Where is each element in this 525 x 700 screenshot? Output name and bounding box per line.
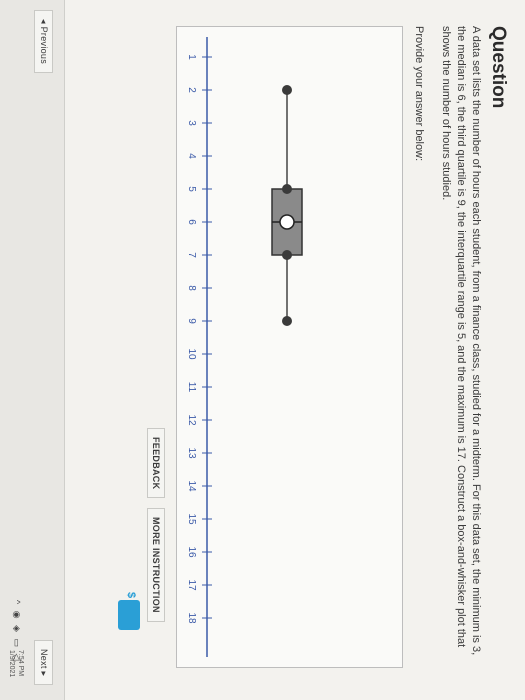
question-text: A data set lists the number of hours eac… (440, 26, 482, 656)
q1-handle[interactable] (282, 184, 292, 194)
axis-tick-label: 6 (186, 219, 197, 225)
bottom-navigation (0, 0, 65, 700)
axis-tick-label: 1 (186, 54, 197, 60)
question-title: Question (488, 26, 509, 109)
axis-tick-label: 15 (186, 513, 197, 525)
next-button[interactable]: Next ▸ (34, 640, 53, 686)
previous-button[interactable]: ◂ Previous (34, 10, 53, 74)
axis-tick-label: 13 (186, 447, 197, 459)
max-handle[interactable] (282, 316, 292, 326)
q3-handle[interactable] (282, 250, 292, 260)
axis-tick-label: 3 (186, 120, 197, 126)
axis-tick-label: 11 (186, 382, 197, 393)
axis-tick-label: 17 (186, 579, 197, 591)
axis-tick-label: 12 (186, 414, 197, 426)
axis-tick-label: 9 (186, 318, 197, 324)
axis-tick-label: 5 (186, 186, 197, 192)
axis-tick-label: 18 (186, 612, 197, 624)
clock: 7:54 PM 1/9/2021 (7, 650, 25, 677)
axis-tick-label: 8 (186, 285, 197, 291)
clock-time: 7:54 PM (17, 650, 24, 677)
axis-tick-label: 7 (186, 252, 197, 258)
axis-tick-label: 16 (186, 546, 197, 558)
axis-tick-label: 10 (186, 348, 197, 360)
boxplot-svg[interactable]: 123456789101112131415161718 (177, 27, 402, 667)
calculator-icon[interactable] (118, 600, 140, 630)
clock-date: 1/9/2021 (8, 650, 15, 678)
previous-label: Previous (39, 26, 49, 65)
boxplot-canvas[interactable]: 1 2 3 4 5 6 7 8 9 10 11 12 13 14 15 16 17 18 (176, 26, 403, 668)
min-handle[interactable] (282, 85, 292, 95)
more-instruction-button[interactable]: MORE INSTRUCTION (147, 508, 165, 622)
axis-tick-label: 4 (186, 153, 197, 159)
next-label: Next (39, 649, 49, 669)
move-cursor-icon[interactable] (279, 214, 295, 230)
axis-tick-label: 2 (186, 87, 197, 93)
app-window: Question A data set lists the number of … (0, 0, 525, 700)
feedback-button[interactable]: FEEDBACK (147, 428, 165, 499)
answer-prompt: Provide your answer below: (413, 26, 425, 162)
axis-tick-label: 14 (186, 480, 197, 492)
dollar-icon: $ (125, 592, 137, 599)
